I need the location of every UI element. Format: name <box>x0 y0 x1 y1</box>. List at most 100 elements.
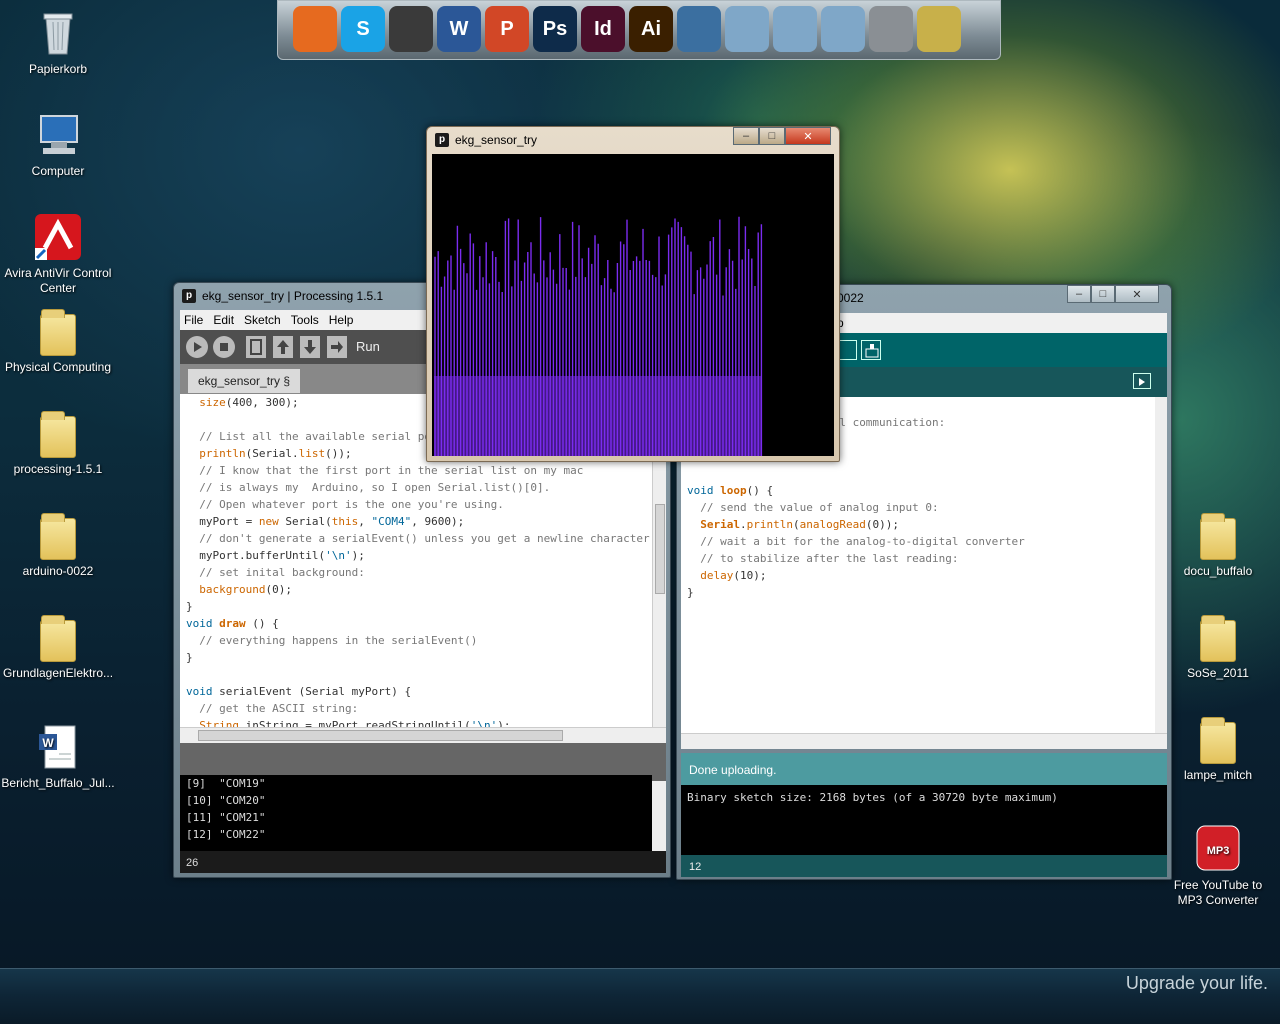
ekg-graph <box>434 216 763 456</box>
word-icon[interactable]: W <box>437 6 481 52</box>
desktop-icon-label: lampe_mitch <box>1183 768 1253 782</box>
folder3-icon[interactable] <box>821 6 865 52</box>
console-scrollbar[interactable] <box>652 781 666 851</box>
sketch-title: p ekg_sensor_try <box>435 133 537 147</box>
line-number-status: 12 <box>681 855 1167 877</box>
folder2-icon[interactable] <box>773 6 817 52</box>
window-title-text: 0022 <box>837 291 864 305</box>
line-number-status: 26 <box>180 851 666 873</box>
ekg-base-fill <box>434 376 762 456</box>
desktop-icon-youtube-mp3[interactable]: MP3 Free YouTube to MP3 Converter <box>1160 824 1276 908</box>
processing-logo-icon: p <box>435 133 449 147</box>
menu-help[interactable]: Help <box>329 313 354 327</box>
mp3-converter-icon: MP3 <box>1193 824 1243 874</box>
desktop-icon-label: GrundlagenElektro... <box>2 666 114 680</box>
stop-button[interactable] <box>213 336 235 358</box>
settings-icon[interactable] <box>917 6 961 52</box>
folder-icon <box>40 411 76 458</box>
sketch-canvas <box>432 154 834 456</box>
window-title-text: ekg_sensor_try | Processing 1.5.1 <box>202 289 384 303</box>
desktop-icon-label: Papierkorb <box>28 62 88 76</box>
menu-tools[interactable]: Tools <box>291 313 319 327</box>
desktop-icon-physical-computing[interactable]: Physical Computing <box>0 309 116 375</box>
open-button[interactable] <box>273 336 293 358</box>
console-line: [10] "COM20" <box>186 794 266 807</box>
skype-icon[interactable]: S <box>341 6 385 52</box>
editor-horizontal-scrollbar[interactable] <box>681 733 1167 749</box>
folder-icon <box>40 615 76 662</box>
export-button[interactable] <box>327 336 347 358</box>
taskbar: Upgrade your life. <box>0 968 1280 1024</box>
dock-items: S W P Ps Id Ai <box>287 0 997 58</box>
folder1-icon[interactable] <box>725 6 769 52</box>
desktop-icon-bericht[interactable]: W Bericht_Buffalo_Jul... <box>0 722 116 791</box>
tagline: Upgrade your life. <box>1125 973 1268 993</box>
console-line: [11] "COM21" <box>186 811 266 824</box>
console-line: [9] "COM19" <box>186 777 266 790</box>
desktop-icon-label: Bericht_Buffalo_Jul... <box>1 776 115 790</box>
sketch-output-window: p ekg_sensor_try – □ ✕ <box>426 126 840 462</box>
console-output: [9] "COM19" [10] "COM20" [11] "COM21" [12] … <box>180 775 652 851</box>
svg-text:MP3: MP3 <box>1207 845 1230 857</box>
upload-button[interactable] <box>837 340 857 360</box>
window-title-text: ekg_sensor_try <box>455 133 538 147</box>
desktop-icon-label: Free YouTube to MP3 Converter <box>1173 878 1263 907</box>
minimize-button[interactable]: – <box>1067 285 1091 303</box>
word-document-icon: W <box>33 722 83 772</box>
inkscape-icon[interactable] <box>389 6 433 52</box>
serial-monitor-button[interactable] <box>861 340 881 360</box>
folder-icon <box>1200 513 1236 560</box>
tab-ekg-sensor-try[interactable]: ekg_sensor_try § <box>188 369 301 393</box>
console-line: [12] "COM22" <box>186 828 266 841</box>
close-button[interactable]: ✕ <box>785 127 831 145</box>
desktop-icon-avira[interactable]: Avira AntiVir Control Center <box>0 212 116 296</box>
desktop-icon-lampe-mitch[interactable]: lampe_mitch <box>1160 717 1276 783</box>
console-output: Binary sketch size: 2168 bytes (of a 307… <box>681 785 1167 855</box>
desktop-icon-docu-buffalo[interactable]: docu_buffalo <box>1160 513 1276 579</box>
new-sketch-button[interactable] <box>246 336 266 358</box>
editor-horizontal-scrollbar[interactable] <box>180 727 666 743</box>
save-button[interactable] <box>300 336 320 358</box>
desktop-icon-label: SoSe_2011 <box>1187 666 1249 680</box>
desktop-icon-grundlagen[interactable]: GrundlagenElektro... <box>0 615 116 681</box>
indesign-icon[interactable]: Id <box>581 6 625 52</box>
folder-icon <box>40 309 76 356</box>
avira-icon <box>33 212 83 262</box>
tools-icon[interactable] <box>869 6 913 52</box>
menu-sketch[interactable]: Sketch <box>244 313 281 327</box>
minimize-button[interactable]: – <box>733 127 759 145</box>
menu-file[interactable]: File <box>184 313 203 327</box>
recycle-bin-icon <box>33 8 83 58</box>
maximize-button[interactable]: □ <box>1091 285 1115 303</box>
desktop-icon-computer[interactable]: Computer <box>0 110 116 179</box>
computer-icon <box>33 110 83 160</box>
desktop-icon-label: Avira AntiVir Control Center <box>4 266 112 295</box>
tab-menu-button[interactable] <box>1133 373 1151 389</box>
maximize-button[interactable]: □ <box>759 127 785 145</box>
desktop-icon-recycle-bin[interactable]: Papierkorb <box>0 8 116 77</box>
upload-status: Done uploading. <box>681 753 1167 785</box>
desktop-icon-label: arduino-0022 <box>22 564 94 578</box>
scrollbar-thumb[interactable] <box>198 730 563 741</box>
close-button[interactable]: ✕ <box>1115 285 1159 303</box>
globe-icon[interactable] <box>677 6 721 52</box>
folder-icon <box>1200 717 1236 764</box>
editor-vertical-scrollbar[interactable] <box>1155 397 1167 733</box>
illustrator-icon[interactable]: Ai <box>629 6 673 52</box>
firefox-icon[interactable] <box>293 6 337 52</box>
desktop-icon-sose-2011[interactable]: SoSe_2011 <box>1160 615 1276 681</box>
processing-title: p ekg_sensor_try | Processing 1.5.1 <box>182 289 383 303</box>
scrollbar-thumb[interactable] <box>655 504 665 594</box>
run-button[interactable] <box>186 336 208 358</box>
menu-edit[interactable]: Edit <box>213 313 234 327</box>
desktop-icon-arduino[interactable]: arduino-0022 <box>0 513 116 579</box>
desktop-icon-label: Physical Computing <box>4 360 112 374</box>
powerpoint-icon[interactable]: P <box>485 6 529 52</box>
folder-icon <box>1200 615 1236 662</box>
photoshop-icon[interactable]: Ps <box>533 6 577 52</box>
svg-text:W: W <box>42 736 54 750</box>
arduino-title: 0022 <box>837 291 864 305</box>
desktop-icon-processing[interactable]: processing-1.5.1 <box>0 411 116 477</box>
desktop-icon-label: Computer <box>31 164 85 178</box>
processing-logo-icon: p <box>182 289 196 303</box>
